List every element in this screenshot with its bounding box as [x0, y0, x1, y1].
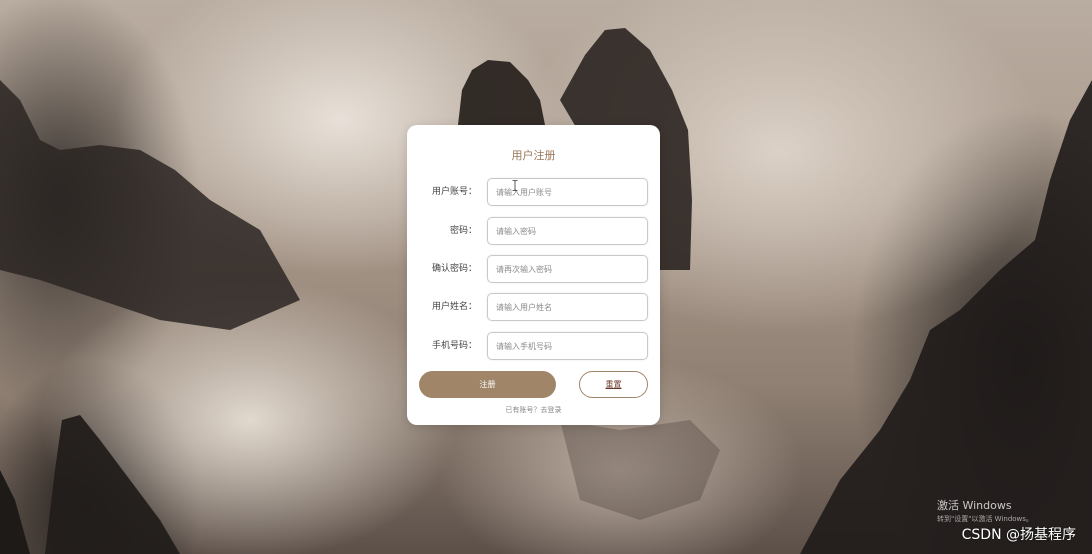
field-row-phone: 手机号码：	[407, 332, 660, 360]
field-row-password: 密码：	[407, 217, 660, 245]
form-title: 用户注册	[511, 149, 556, 162]
register-card: 用户注册 用户账号： 密码： 确认密码： 用户姓名： 手机号码： 注册 重置 已…	[407, 125, 660, 425]
name-label: 用户姓名：	[431, 302, 477, 312]
phone-input[interactable]	[487, 332, 648, 360]
password-input[interactable]	[487, 217, 648, 245]
text-cursor-icon	[512, 176, 518, 191]
windows-activation-watermark: 激活 Windows 转到"设置"以激活 Windows。	[937, 499, 1033, 525]
windows-activate-title: 激活 Windows	[937, 499, 1012, 512]
confirm-password-label: 确认密码：	[431, 264, 477, 274]
register-button[interactable]: 注册	[419, 371, 556, 398]
login-link[interactable]: 已有账号？去登录	[407, 405, 660, 415]
account-label: 用户账号：	[431, 187, 477, 197]
password-label: 密码：	[449, 226, 477, 236]
confirm-password-input[interactable]	[487, 255, 648, 283]
csdn-watermark: CSDN @扬基程序	[961, 527, 1076, 543]
phone-label: 手机号码：	[431, 341, 477, 351]
reset-button[interactable]: 重置	[579, 371, 648, 398]
field-row-account: 用户账号：	[407, 178, 660, 206]
field-row-name: 用户姓名：	[407, 293, 660, 321]
name-input[interactable]	[487, 293, 648, 321]
field-row-confirm-password: 确认密码：	[407, 255, 660, 283]
